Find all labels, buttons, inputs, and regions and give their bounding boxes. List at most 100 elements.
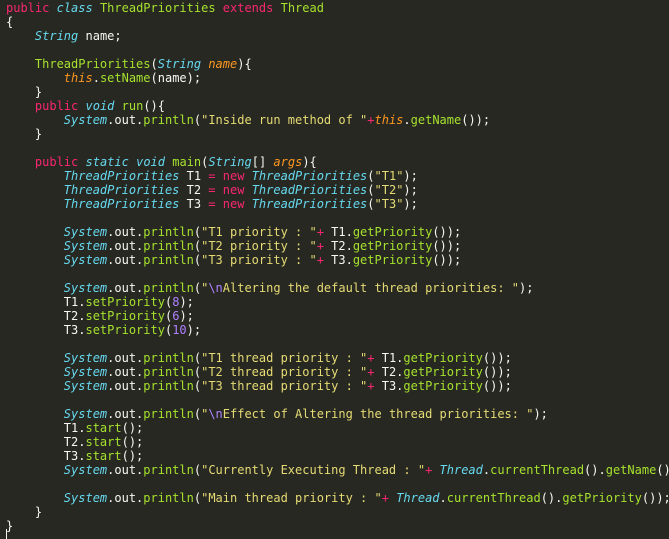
code-token: T2. bbox=[6, 435, 86, 449]
code-token: this bbox=[374, 113, 404, 127]
code-line: System.out.println("Main thread priority… bbox=[6, 491, 669, 505]
code-token: T3. bbox=[374, 379, 404, 393]
code-token: public bbox=[34, 99, 79, 113]
code-token: ThreadPriorities bbox=[34, 57, 151, 71]
code-token: getPriority bbox=[352, 239, 433, 253]
code-token: . bbox=[439, 491, 447, 505]
code-token: \n bbox=[208, 281, 223, 295]
code-token: ()); bbox=[432, 253, 462, 267]
code-line: } bbox=[6, 519, 669, 533]
code-token: ); bbox=[179, 309, 194, 323]
code-token: ( bbox=[193, 225, 202, 239]
code-token: ThreadPriorities bbox=[63, 169, 180, 183]
code-token: ( bbox=[150, 57, 158, 71]
code-token: (). bbox=[584, 463, 606, 477]
code-token: .out. bbox=[107, 239, 144, 253]
code-line: this.setName(name); bbox=[6, 71, 669, 85]
code-token: "T3 thread priority : " bbox=[201, 379, 368, 393]
code-line: System.out.println("\nAltering the defau… bbox=[6, 281, 669, 295]
code-token: ()); bbox=[432, 225, 462, 239]
code-token: "Main thread priority : " bbox=[201, 491, 382, 505]
code-token: Thread bbox=[439, 463, 483, 477]
code-token: setPriority bbox=[85, 323, 165, 337]
code-token: = bbox=[208, 197, 216, 211]
code-token: ()); bbox=[461, 113, 491, 127]
code-token: ( bbox=[367, 183, 375, 197]
code-token: .out. bbox=[107, 225, 144, 239]
code-token: start bbox=[85, 449, 122, 463]
code-token: String bbox=[157, 57, 202, 71]
code-token: ); bbox=[186, 323, 202, 337]
code-token: T2. bbox=[323, 239, 353, 253]
code-line: ThreadPriorities T2 = new ThreadPrioriti… bbox=[6, 183, 669, 197]
code-token: + bbox=[381, 491, 389, 505]
code-token: .out. bbox=[107, 253, 144, 267]
code-token: + bbox=[367, 113, 375, 127]
code-token: ); bbox=[179, 295, 194, 309]
code-token: new bbox=[222, 183, 245, 197]
code-token: getName bbox=[410, 113, 462, 127]
code-token: ThreadPriorities bbox=[251, 197, 368, 211]
code-token: start bbox=[85, 421, 122, 435]
code-token: .out. bbox=[107, 463, 144, 477]
code-token: println bbox=[143, 407, 194, 421]
code-token: currentThread bbox=[490, 463, 585, 477]
code-token: void bbox=[136, 155, 165, 169]
code-token: ()); bbox=[641, 491, 669, 505]
code-token: ()); bbox=[656, 463, 669, 477]
code-token: ()); bbox=[482, 379, 512, 393]
code-token: "Inside run method of " bbox=[201, 113, 368, 127]
code-token: getPriority bbox=[403, 365, 483, 379]
code-token: "T3 priority : " bbox=[201, 253, 317, 267]
code-token: Effect of Altering the thread priorities… bbox=[222, 407, 534, 421]
code-text-area[interactable]: public class ThreadPriorities extends Th… bbox=[6, 1, 669, 533]
code-line: ThreadPriorities T3 = new ThreadPrioriti… bbox=[6, 197, 669, 211]
code-token: System bbox=[63, 407, 108, 421]
code-line: public void run(){ bbox=[6, 99, 669, 113]
code-token: ThreadPriorities bbox=[251, 169, 368, 183]
code-token: (); bbox=[121, 435, 144, 449]
code-token: "T2" bbox=[374, 183, 404, 197]
code-token: 10 bbox=[172, 323, 187, 337]
code-line: T3.setPriority(10); bbox=[6, 323, 669, 337]
code-token: T3. bbox=[6, 449, 86, 463]
code-token: System bbox=[63, 225, 108, 239]
code-token: = bbox=[208, 169, 216, 183]
code-line: ThreadPriorities(String name){ bbox=[6, 57, 669, 71]
code-token: ( bbox=[193, 463, 202, 477]
code-line: String name; bbox=[6, 29, 669, 43]
code-token: extends bbox=[222, 1, 274, 15]
code-token: setPriority bbox=[85, 309, 165, 323]
code-token: ( bbox=[193, 379, 202, 393]
code-token: . bbox=[403, 113, 411, 127]
code-line: System.out.println("T3 thread priority :… bbox=[6, 379, 669, 393]
code-editor[interactable]: public class ThreadPriorities extends Th… bbox=[0, 0, 669, 539]
code-token: "T1 thread priority : " bbox=[201, 351, 368, 365]
code-token: T1. bbox=[6, 421, 86, 435]
code-token: + bbox=[316, 239, 324, 253]
code-line: public class ThreadPriorities extends Th… bbox=[6, 1, 669, 15]
code-token: println bbox=[143, 239, 194, 253]
code-token: public bbox=[6, 1, 50, 15]
code-token: + bbox=[367, 365, 375, 379]
code-token: getPriority bbox=[403, 351, 483, 365]
code-token: Thread bbox=[396, 491, 440, 505]
code-token: start bbox=[85, 435, 122, 449]
code-token: "T3" bbox=[374, 197, 404, 211]
code-token: void bbox=[85, 99, 115, 113]
